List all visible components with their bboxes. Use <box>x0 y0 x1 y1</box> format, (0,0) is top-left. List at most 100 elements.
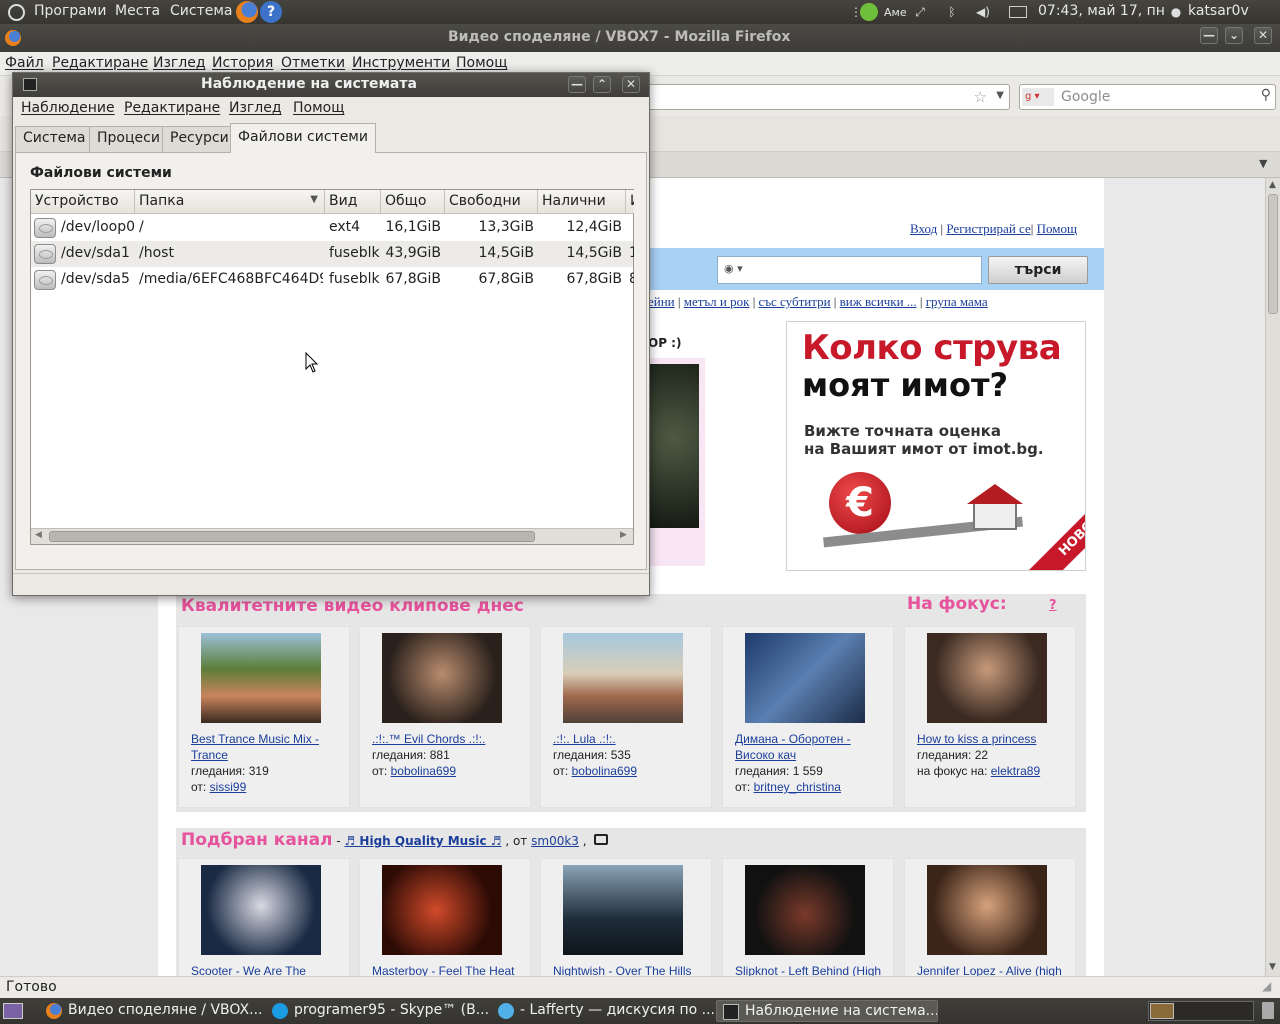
scroll-up-icon[interactable]: ▲ <box>1269 180 1276 190</box>
video-card[interactable]: Димана - Оборотен - Високо кач гледания:… <box>722 626 894 808</box>
col-free[interactable]: Свободни <box>445 190 538 214</box>
taskbar-item-firefox[interactable]: Видео споделяне / VBOX... <box>40 1000 262 1022</box>
sm-menu-monitor[interactable]: Наблюдение <box>21 100 115 116</box>
featured-video-thumbnail[interactable] <box>648 364 699 528</box>
col-total[interactable]: Общо <box>381 190 445 214</box>
video-title-link[interactable]: Димана - Оборотен - Високо кач <box>735 731 885 763</box>
ff-menu-view[interactable]: Изглед <box>153 55 206 71</box>
firefox-icon[interactable] <box>5 30 21 46</box>
scroll-down-icon[interactable]: ▼ <box>1269 962 1276 972</box>
ubuntu-logo-icon[interactable] <box>8 4 25 21</box>
ff-minimize-button[interactable]: — <box>1200 27 1218 44</box>
tag-link[interactable]: група мама <box>926 294 988 309</box>
sm-maximize-button[interactable]: ⌃ <box>593 76 611 93</box>
ff-menu-history[interactable]: История <box>212 55 273 71</box>
sm-titlebar[interactable]: Наблюдение на системата — ⌃ ✕ <box>13 73 649 97</box>
ff-menu-edit[interactable]: Редактиране <box>52 55 148 71</box>
channel-video-card[interactable]: Jennifer Lopez - Alive (high <box>904 858 1076 976</box>
col-used[interactable]: И <box>626 190 634 214</box>
video-title-link[interactable]: How to kiss a princess <box>917 731 1067 747</box>
channel-user-link[interactable]: sm00k3 <box>531 834 579 848</box>
user-status-icon[interactable]: ● <box>1168 4 1184 20</box>
sm-minimize-button[interactable]: — <box>568 76 586 93</box>
page-scrollbar[interactable]: ▲ ▼ <box>1265 178 1280 976</box>
taskbar-item-skype[interactable]: programer95 - Skype™ (B... <box>266 1000 488 1022</box>
tag-link[interactable]: със субтитри <box>759 294 831 309</box>
col-available[interactable]: Налични <box>538 190 626 214</box>
sm-menu-view[interactable]: Изглед <box>229 100 282 116</box>
video-title-link[interactable]: Scooter - We Are The <box>191 963 341 976</box>
keyboard-indicator-icon[interactable] <box>860 3 878 21</box>
google-engine-icon[interactable]: g ▾ <box>1022 88 1054 106</box>
video-thumbnail[interactable] <box>745 633 865 723</box>
volume-icon[interactable]: ◀) <box>975 4 991 20</box>
channel-name-link[interactable]: ♬ High Quality Music ♬ <box>345 834 502 848</box>
register-link[interactable]: Регистрирай се <box>946 221 1030 236</box>
hscroll-thumb[interactable] <box>49 531 535 542</box>
channel-video-card[interactable]: Scooter - We Are The <box>178 858 350 976</box>
author-link[interactable]: bobolina699 <box>391 764 456 778</box>
sm-close-button[interactable]: ✕ <box>622 76 640 93</box>
tag-link[interactable]: виж всички ... <box>840 294 917 309</box>
channel-video-card[interactable]: Masterboy - Feel The Heat <box>359 858 531 976</box>
video-title-link[interactable]: Slipknot - Left Behind (High <box>735 963 885 976</box>
scroll-thumb[interactable] <box>1268 194 1278 314</box>
show-desktop-icon[interactable] <box>3 1003 23 1019</box>
horizontal-scrollbar[interactable]: ◀ ▶ <box>31 528 633 544</box>
video-card[interactable]: Best Trance Music Mix - Trance гледания:… <box>178 626 350 808</box>
video-title-link[interactable]: Masterboy - Feel The Heat <box>372 963 522 976</box>
keyboard-layout[interactable]: Аме <box>884 6 907 19</box>
network-icon[interactable]: ⤢ <box>912 4 928 20</box>
trash-icon[interactable] <box>1262 1002 1274 1019</box>
tab-resources[interactable]: Ресурси <box>162 126 237 152</box>
menu-applications[interactable]: Програми <box>34 3 106 19</box>
video-thumbnail[interactable] <box>382 633 502 723</box>
author-link[interactable]: sissi99 <box>210 780 247 794</box>
video-thumbnail[interactable] <box>563 865 683 955</box>
author-link[interactable]: bobolina699 <box>572 764 637 778</box>
table-row[interactable]: /dev/loop0 / ext4 16,1GiB 13,3GiB 12,4Gi… <box>31 215 633 241</box>
ff-menu-bookmarks[interactable]: Отметки <box>281 55 345 71</box>
ff-menu-help[interactable]: Помощ <box>456 55 507 71</box>
taskbar-item-system-monitor[interactable]: Наблюдение на система... <box>716 1000 938 1022</box>
tag-link[interactable]: ейни <box>648 294 675 309</box>
sm-menu-help[interactable]: Помощ <box>293 100 344 116</box>
help-link[interactable]: Помощ <box>1037 221 1077 236</box>
search-type-icon[interactable]: ◉ ▾ <box>724 262 743 275</box>
site-search-button[interactable]: търси <box>988 256 1088 284</box>
video-thumbnail[interactable] <box>201 865 321 955</box>
sm-app-icon[interactable] <box>23 78 37 91</box>
video-thumbnail[interactable] <box>201 633 321 723</box>
channel-video-card[interactable]: Nightwish - Over The Hills <box>540 858 712 976</box>
video-thumbnail[interactable] <box>382 865 502 955</box>
search-bar[interactable]: g ▾ Google ⚲ <box>1019 84 1276 110</box>
ff-menu-file[interactable]: Файл <box>5 55 44 71</box>
menu-system[interactable]: Система <box>170 3 232 19</box>
url-dropdown-icon[interactable]: ▼ <box>996 90 1004 101</box>
mail-icon[interactable] <box>1009 6 1027 18</box>
ff-menu-tools[interactable]: Инструменти <box>352 55 450 71</box>
col-folder[interactable]: Папка ▼ <box>135 190 325 214</box>
scroll-right-icon[interactable]: ▶ <box>620 530 627 540</box>
author-link[interactable]: elektra89 <box>991 764 1040 778</box>
video-card[interactable]: .:!:. Lula .:!:. гледания: 535 от: bobol… <box>540 626 712 808</box>
video-title-link[interactable]: .:!:.™ Evil Chords .:!:. <box>372 731 522 747</box>
search-magnifier-icon[interactable]: ⚲ <box>1261 87 1271 103</box>
video-title-link[interactable]: Nightwish - Over The Hills <box>553 963 703 976</box>
workspace-1[interactable] <box>1150 1003 1174 1019</box>
tag-link[interactable]: метъл и рок <box>684 294 750 309</box>
imot-ad-banner[interactable]: Колко струва моят имот? Вижте точната оц… <box>786 321 1086 571</box>
login-link[interactable]: Вход <box>910 221 937 236</box>
site-search-input[interactable]: ◉ ▾ <box>717 256 982 284</box>
tab-system[interactable]: Система <box>15 126 94 152</box>
video-title-link[interactable]: Jennifer Lopez - Alive (high <box>917 963 1067 976</box>
url-bar[interactable]: ☆ ▼ <box>640 84 1010 110</box>
video-title-link[interactable]: .:!:. Lula .:!:. <box>553 731 703 747</box>
table-row[interactable]: /dev/sda1 /host fuseblk 43,9GiB 14,5GiB … <box>31 241 634 267</box>
video-card[interactable]: How to kiss a princess гледания: 22 на ф… <box>904 626 1076 808</box>
ff-maximize-button[interactable]: ⌄ <box>1225 27 1243 44</box>
firefox-launcher-icon[interactable] <box>236 1 258 23</box>
tab-filesystems[interactable]: Файлови системи <box>230 123 376 153</box>
channel-video-card[interactable]: Slipknot - Left Behind (High <box>722 858 894 976</box>
taskbar-item-chat[interactable]: - Lafferty — дискусия по ... <box>492 1000 714 1022</box>
